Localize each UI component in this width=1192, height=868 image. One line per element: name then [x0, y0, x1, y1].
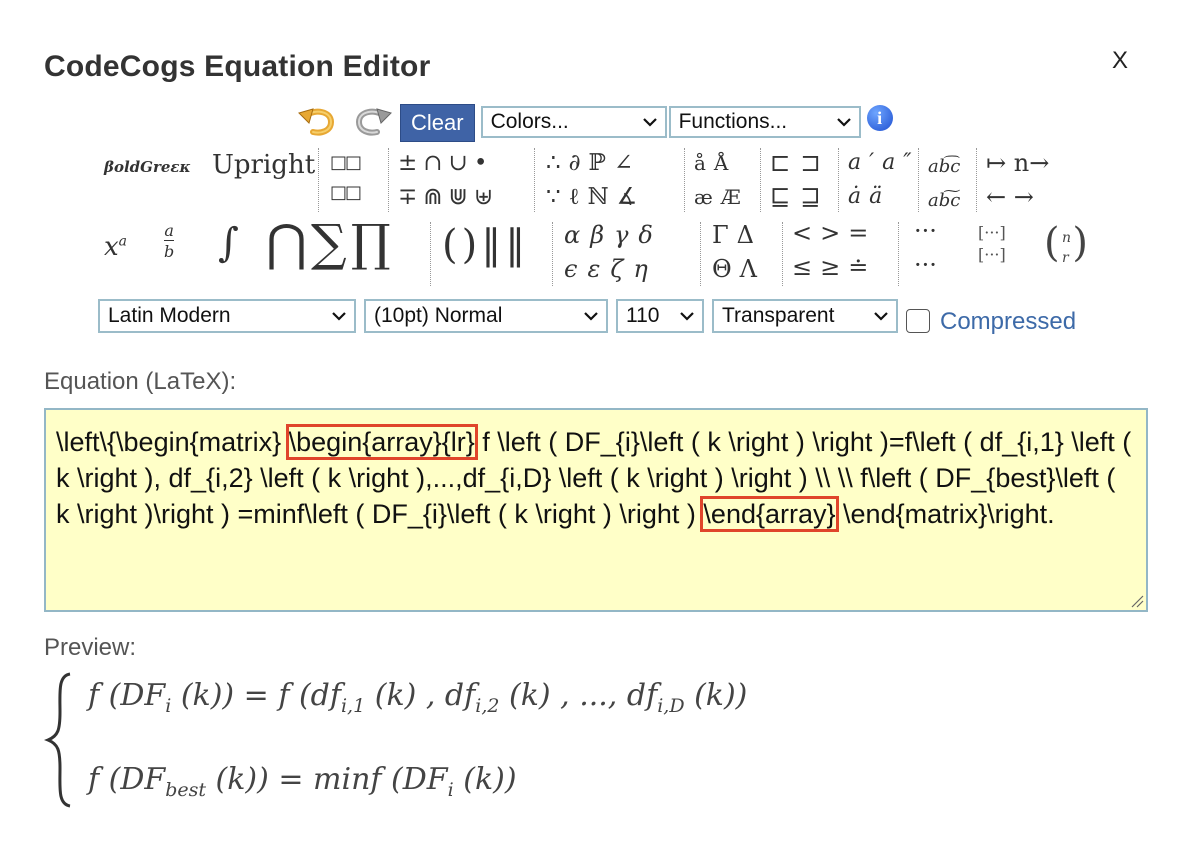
chevron-down-icon [874, 312, 888, 321]
upright-button[interactable]: Upright [212, 150, 315, 180]
greek-lowercase-button[interactable]: αβγδ ϵεζη [564, 218, 663, 286]
binomial-letters: nr [1062, 230, 1072, 266]
dots-button[interactable]: ··· ··· [914, 214, 937, 282]
matrix-template-button[interactable]: [···] [···] [978, 222, 1006, 266]
fraction-button[interactable]: ab [164, 222, 175, 261]
close-button[interactable]: X [1112, 47, 1128, 75]
font-select[interactable]: Latin Modern [98, 299, 356, 333]
dpi-select[interactable]: 110 [616, 299, 704, 333]
superscript-button[interactable]: xa [104, 232, 127, 262]
bold-greek-button[interactable]: βoldGreεκ [104, 158, 191, 176]
logic-symbols-button[interactable]: ∴∂ℙ∠ ∵ℓℕ∡ [546, 146, 645, 214]
latex-segment: \left\{\begin{matrix} [56, 427, 289, 457]
arrows-row-1: ↦ n→ [986, 149, 1050, 177]
font-select-value: Latin Modern [108, 304, 231, 327]
equation-preview: f (DFi (k)) = f (dfi,1 (k) , dfi,2 (k) ,… [44, 672, 844, 812]
functions-select[interactable]: Functions... [668, 106, 861, 138]
toolbar-row-top: Clear Colors... Functions... i [296, 102, 893, 142]
compressed-link[interactable]: Compressed [940, 308, 1076, 336]
latex-segment: \end{matrix}\right. [835, 499, 1055, 529]
highlight-begin-array: \begin{array}{lr} [285, 424, 478, 460]
accent-letters-button[interactable]: åÅ æÆ [694, 146, 749, 214]
preview-line-2: f (DFbest (k)) = minf (DFi (k)) [88, 762, 517, 801]
integral-button[interactable]: ∫ [218, 220, 239, 266]
colors-select[interactable]: Colors... [480, 106, 667, 138]
chevron-down-icon [680, 312, 694, 321]
greek-uppercase-button[interactable]: ΓΔ ΘΛ [712, 218, 765, 286]
dialog-title: CodeCogs Equation Editor [44, 50, 431, 83]
equation-label: Equation (LaTeX): [44, 368, 237, 395]
size-select[interactable]: (10pt) Normal [364, 299, 608, 333]
redo-icon[interactable] [352, 105, 394, 139]
subset-symbols-button[interactable]: ⊏⊐ ⊑⊒ [770, 146, 831, 214]
arrows-row-2: ← → [986, 183, 1034, 211]
dpi-select-value: 110 [626, 304, 660, 327]
info-icon[interactable]: i [866, 105, 893, 131]
chevron-down-icon [836, 118, 851, 127]
preview-label: Preview: [44, 634, 137, 661]
background-select-value: Transparent [722, 304, 835, 327]
functions-select-value: Functions... [678, 110, 788, 133]
big-operators-button[interactable]: ⋂∑∏ [266, 214, 395, 272]
prime-accents-button[interactable]: a′a″ ȧä [848, 146, 919, 214]
size-select-value: (10pt) Normal [374, 304, 503, 327]
clear-button[interactable]: Clear [400, 104, 475, 142]
equation-textarea[interactable]: \left\{\begin{matrix} \begin{array}{lr} … [44, 408, 1148, 612]
relation-symbols-button[interactable]: <>= ≤≥≐ [792, 216, 876, 284]
operator-symbols-button[interactable]: ±∩∪• ∓⋒⋓⊎ [398, 146, 499, 214]
matrix-symbols-button[interactable]: □□ □□ [330, 148, 362, 208]
toolbar-row-options: Latin Modern (10pt) Normal 110 Transpare… [98, 296, 1076, 336]
arrow-symbols-button[interactable]: ↦ n→ ← → [986, 146, 1049, 214]
undo-icon[interactable] [296, 105, 338, 139]
colors-select-value: Colors... [490, 110, 569, 133]
chevron-down-icon [584, 312, 598, 321]
highlight-end-array: \end{array} [700, 496, 839, 532]
background-select[interactable]: Transparent [712, 299, 898, 333]
wide-accents-button[interactable]: ab͡c ab͠c [928, 150, 960, 218]
left-brace-icon [44, 672, 71, 808]
preview-line-1: f (DFi (k)) = f (dfi,1 (k) , dfi,2 (k) ,… [88, 678, 748, 717]
chevron-down-icon [332, 312, 346, 321]
compressed-checkbox[interactable] [906, 309, 930, 333]
chevron-down-icon [642, 118, 657, 127]
brackets-button[interactable]: ()‖‖ [442, 222, 529, 268]
resize-handle-icon[interactable] [1130, 594, 1144, 608]
